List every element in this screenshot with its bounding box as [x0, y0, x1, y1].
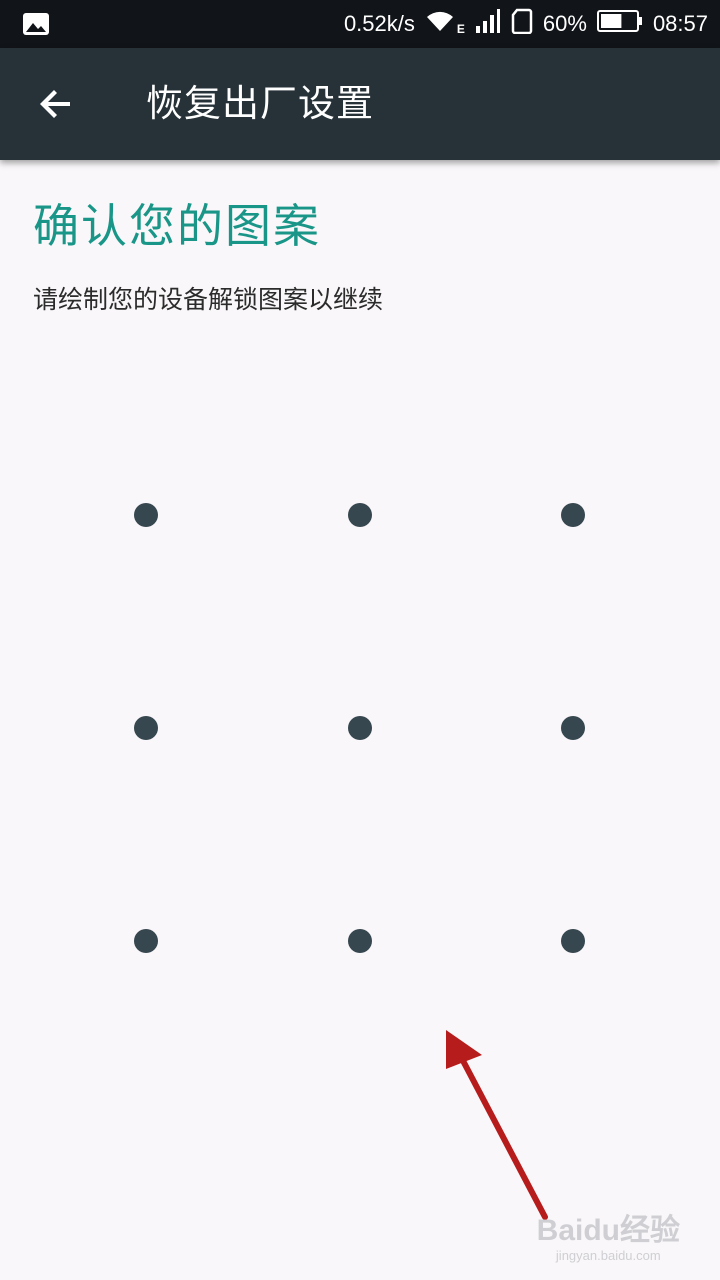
- pattern-dot-5[interactable]: [348, 716, 372, 740]
- baidu-watermark: Baidu经验 jingyan.baidu.com: [537, 1214, 680, 1264]
- pattern-lock-grid[interactable]: [0, 0, 720, 1280]
- pattern-dot-3[interactable]: [561, 503, 585, 527]
- watermark-sub: jingyan.baidu.com: [555, 1248, 661, 1263]
- pattern-dot-9[interactable]: [561, 929, 585, 953]
- pattern-dot-1[interactable]: [134, 503, 158, 527]
- pattern-dot-7[interactable]: [134, 929, 158, 953]
- pattern-dot-2[interactable]: [348, 503, 372, 527]
- pattern-dot-8[interactable]: [348, 929, 372, 953]
- red-arrow-icon: [446, 1030, 548, 1220]
- pattern-dot-6[interactable]: [561, 716, 585, 740]
- pattern-dot-4[interactable]: [134, 716, 158, 740]
- watermark-main: Baidu经验: [536, 1214, 680, 1247]
